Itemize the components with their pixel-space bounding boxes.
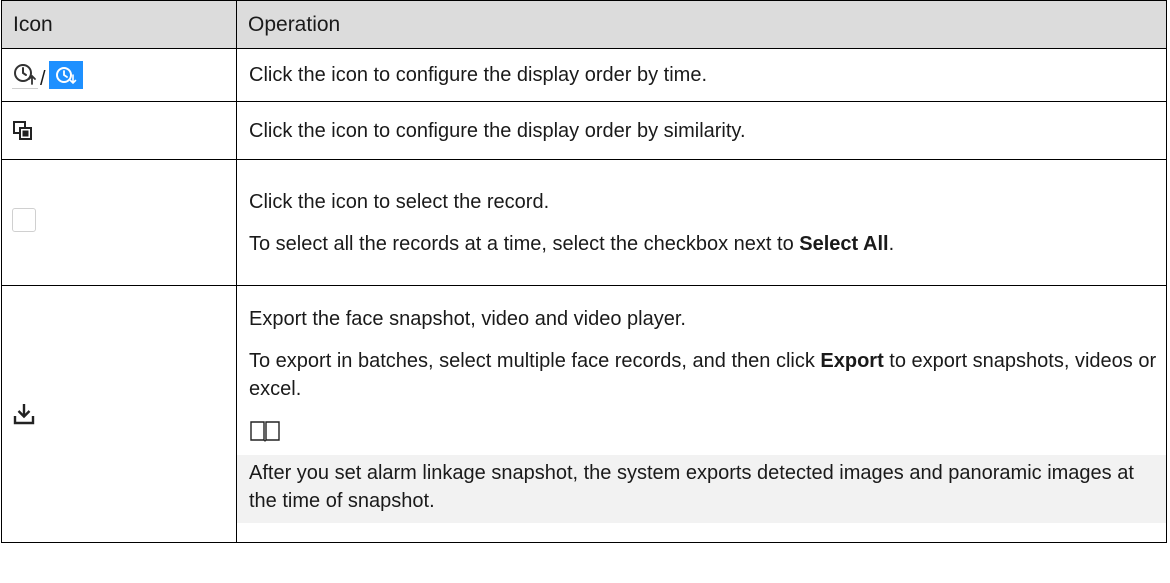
table-header-row: Icon Operation — [1, 0, 1167, 49]
table-row: Click the icon to configure the display … — [1, 101, 1167, 160]
icon-cell — [1, 285, 237, 543]
header-operation: Operation — [236, 0, 1167, 49]
note-icon-wrap — [249, 419, 1160, 445]
operation-text: Click the icon to configure the display … — [249, 64, 707, 86]
icon-separator: / — [40, 67, 46, 90]
icon-cell: / — [1, 48, 237, 102]
download-icon[interactable] — [12, 402, 36, 426]
sort-by-time-icon[interactable] — [12, 62, 38, 89]
table-row: / Click the icon to configure the displa… — [1, 48, 1167, 102]
header-icon: Icon — [1, 0, 237, 49]
export-term: Export — [820, 350, 884, 372]
operation-text: Click the icon to select the record. — [249, 190, 550, 213]
note-text: After you set alarm linkage snapshot, th… — [249, 462, 1134, 512]
table-row: Click the icon to select the record. To … — [1, 159, 1167, 286]
sort-by-time-active-icon[interactable] — [48, 61, 83, 89]
table-row: Export the face snapshot, video and vide… — [1, 285, 1167, 543]
operation-text-part: To select all the records at a time, sel… — [249, 232, 800, 255]
operation-text: To select all the records at a time, sel… — [249, 230, 1160, 258]
checkbox-icon[interactable] — [12, 208, 36, 232]
sort-by-similarity-icon[interactable] — [12, 120, 34, 142]
operation-text: Export the face snapshot, video and vide… — [249, 308, 686, 330]
operation-text-part: To export in batches, select multiple fa… — [249, 350, 821, 372]
operation-cell: Click the icon to configure the display … — [236, 101, 1167, 160]
icon-cell — [1, 159, 237, 286]
select-all-term: Select All — [799, 232, 889, 255]
operation-text: To export in batches, select multiple fa… — [249, 347, 1160, 403]
operation-text: Click the icon to configure the display … — [249, 119, 746, 142]
icon-cell — [1, 101, 237, 160]
operation-cell: Click the icon to select the record. To … — [236, 159, 1167, 286]
operation-text-part: . — [888, 232, 895, 255]
operation-cell: Click the icon to configure the display … — [236, 48, 1167, 102]
book-icon — [249, 421, 281, 448]
operations-table: Icon Operation / Click the icon to confi… — [1, 0, 1167, 543]
note-box: After you set alarm linkage snapshot, th… — [237, 455, 1166, 523]
operation-cell: Export the face snapshot, video and vide… — [236, 285, 1167, 543]
